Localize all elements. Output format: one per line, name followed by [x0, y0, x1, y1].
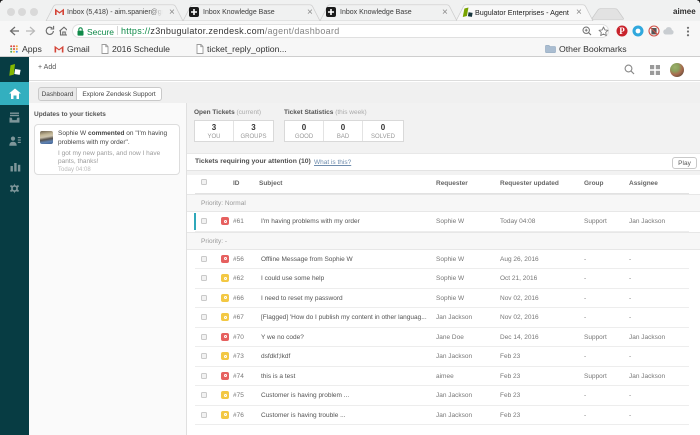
svg-text:P: P: [619, 26, 625, 36]
